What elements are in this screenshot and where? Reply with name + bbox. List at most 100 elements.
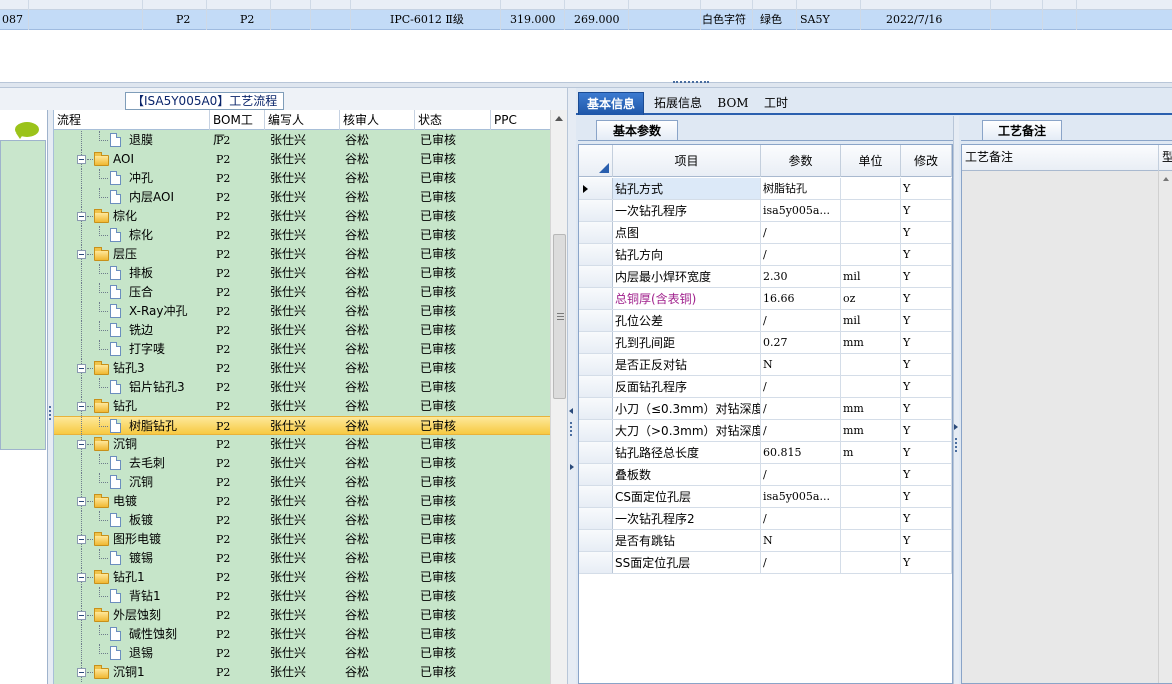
row-header[interactable] xyxy=(579,398,613,419)
notes-scrollbar[interactable] xyxy=(1158,171,1172,683)
collapse-toggle-icon[interactable] xyxy=(77,573,86,582)
tree-row[interactable]: 背钻1 P2 张仕兴 谷松 已审核 xyxy=(54,587,551,606)
param-row[interactable]: 钻孔路径总长度 60.815 m Y xyxy=(579,442,952,464)
collapse-toggle-icon[interactable] xyxy=(77,364,86,373)
right-splitter[interactable] xyxy=(953,116,959,684)
tree-row[interactable]: 冲孔 P2 张仕兴 谷松 已审核 xyxy=(54,169,551,188)
tab-extended-info[interactable]: 拓展信息 xyxy=(646,92,710,115)
col-header-type[interactable]: 型 xyxy=(1159,145,1172,171)
param-value-cell[interactable]: / xyxy=(761,376,841,397)
col-header-flow[interactable]: 流程 xyxy=(54,110,210,130)
tree-row[interactable]: 图形电镀 P2 张仕兴 谷松 已审核 xyxy=(54,530,551,549)
collapse-toggle-icon[interactable] xyxy=(77,497,86,506)
param-value-cell[interactable]: N xyxy=(761,354,841,375)
row-header[interactable] xyxy=(579,310,613,331)
param-modify-cell[interactable]: Y xyxy=(901,508,952,529)
col-header-status[interactable]: 状态 xyxy=(415,110,491,130)
tab-work-hours[interactable]: 工时 xyxy=(756,92,796,115)
tree-row[interactable]: 沉铜1 P2 张仕兴 谷松 已审核 xyxy=(54,663,551,682)
collapse-right-icon[interactable] xyxy=(954,424,958,430)
param-modify-cell[interactable]: Y xyxy=(901,332,952,353)
tree-row[interactable]: 铣边 P2 张仕兴 谷松 已审核 xyxy=(54,321,551,340)
scroll-up-icon[interactable] xyxy=(1163,177,1169,181)
param-row[interactable]: 反面钻孔程序 / Y xyxy=(579,376,952,398)
tree-row[interactable]: 沉铜 P2 张仕兴 谷松 已审核 xyxy=(54,473,551,492)
param-unit-cell[interactable]: mil xyxy=(841,310,901,331)
tree-row[interactable]: 板镀 P2 张仕兴 谷松 已审核 xyxy=(54,511,551,530)
param-modify-cell[interactable]: Y xyxy=(901,552,952,573)
collapse-toggle-icon[interactable] xyxy=(77,250,86,259)
param-modify-cell[interactable]: Y xyxy=(901,310,952,331)
collapse-toggle-icon[interactable] xyxy=(77,212,86,221)
col-header-unit[interactable]: 单位 xyxy=(841,145,901,177)
param-modify-cell[interactable]: Y xyxy=(901,354,952,375)
param-value-cell[interactable]: / xyxy=(761,552,841,573)
param-value-cell[interactable]: N xyxy=(761,530,841,551)
row-header[interactable] xyxy=(579,486,613,507)
row-header[interactable] xyxy=(579,442,613,463)
row-header[interactable] xyxy=(579,354,613,375)
param-modify-cell[interactable]: Y xyxy=(901,420,952,441)
param-row[interactable]: 钻孔方向 / Y xyxy=(579,244,952,266)
param-row[interactable]: SS面定位孔层 / Y xyxy=(579,552,952,574)
param-row[interactable]: 点图 / Y xyxy=(579,222,952,244)
param-modify-cell[interactable]: Y xyxy=(901,530,952,551)
param-unit-cell[interactable]: m xyxy=(841,442,901,463)
row-header[interactable] xyxy=(579,288,613,309)
param-unit-cell[interactable] xyxy=(841,354,901,375)
param-value-cell[interactable]: 0.27 xyxy=(761,332,841,353)
row-header[interactable] xyxy=(579,244,613,265)
param-unit-cell[interactable] xyxy=(841,486,901,507)
panel-splitter[interactable] xyxy=(567,88,576,684)
param-value-cell[interactable]: / xyxy=(761,464,841,485)
col-header-value[interactable]: 参数 xyxy=(761,145,841,177)
param-unit-cell[interactable]: mm xyxy=(841,398,901,419)
col-header-writer[interactable]: 编写人 xyxy=(265,110,340,130)
tree-row[interactable]: 去毛刺 P2 张仕兴 谷松 已审核 xyxy=(54,454,551,473)
tree-row[interactable]: 铝片钻孔3 P2 张仕兴 谷松 已审核 xyxy=(54,378,551,397)
param-row[interactable]: 孔位公差 / mil Y xyxy=(579,310,952,332)
tree-row[interactable]: AOI P2 张仕兴 谷松 已审核 xyxy=(54,150,551,169)
param-row[interactable]: 钻孔方式 树脂钻孔 Y xyxy=(579,178,952,200)
collapse-toggle-icon[interactable] xyxy=(77,535,86,544)
param-row[interactable]: 大刀（>0.3mm）对钻深度 / mm Y xyxy=(579,420,952,442)
tree-row[interactable]: 碱性蚀刻 P2 张仕兴 谷松 已审核 xyxy=(54,625,551,644)
tree-row[interactable]: 树脂钻孔 P2 张仕兴 谷松 已审核 xyxy=(54,416,551,436)
collapse-right-icon[interactable] xyxy=(570,464,574,470)
scroll-up-icon[interactable] xyxy=(555,116,563,121)
param-modify-cell[interactable]: Y xyxy=(901,200,952,221)
splitter-grip[interactable] xyxy=(673,81,709,83)
param-modify-cell[interactable]: Y xyxy=(901,288,952,309)
tree-row[interactable]: 钻孔1 P2 张仕兴 谷松 已审核 xyxy=(54,568,551,587)
subtab-basic-params[interactable]: 基本参数 xyxy=(596,120,678,140)
tab-basic-info[interactable]: 基本信息 xyxy=(578,92,644,115)
tree-row[interactable]: 外层蚀刻 P2 张仕兴 谷松 已审核 xyxy=(54,606,551,625)
param-modify-cell[interactable]: Y xyxy=(901,486,952,507)
top-grid-selected-row[interactable]: 087 P2 P2 IPC-6012 Ⅱ级 319.000 269.000 白色… xyxy=(0,10,1172,30)
param-row[interactable]: 孔到孔间距 0.27 mm Y xyxy=(579,332,952,354)
param-row[interactable]: CS面定位孔层 isa5y005a... Y xyxy=(579,486,952,508)
param-row[interactable]: 一次钻孔程序 isa5y005a... Y xyxy=(579,200,952,222)
col-header-reviewer[interactable]: 核审人 xyxy=(340,110,415,130)
param-unit-cell[interactable]: mm xyxy=(841,420,901,441)
param-modify-cell[interactable]: Y xyxy=(901,398,952,419)
param-modify-cell[interactable]: Y xyxy=(901,266,952,287)
param-value-cell[interactable]: / xyxy=(761,508,841,529)
collapse-toggle-icon[interactable] xyxy=(77,611,86,620)
tree-row[interactable]: 排板 P2 张仕兴 谷松 已审核 xyxy=(54,264,551,283)
tab-bom[interactable]: BOM xyxy=(714,92,752,115)
param-unit-cell[interactable] xyxy=(841,464,901,485)
param-modify-cell[interactable]: Y xyxy=(901,464,952,485)
collapse-toggle-icon[interactable] xyxy=(77,440,86,449)
param-modify-cell[interactable]: Y xyxy=(901,376,952,397)
col-header-item[interactable]: 项目 xyxy=(613,145,761,177)
param-modify-cell[interactable]: Y xyxy=(901,178,952,199)
param-value-cell[interactable]: isa5y005a... xyxy=(761,486,841,507)
tree-scrollbar[interactable] xyxy=(550,110,567,684)
param-value-cell[interactable]: 树脂钻孔 xyxy=(761,178,841,199)
row-header[interactable] xyxy=(579,552,613,573)
param-row[interactable]: 一次钻孔程序2/ Y xyxy=(579,508,952,530)
param-row[interactable]: 内层最小焊环宽度 2.30 mil Y xyxy=(579,266,952,288)
row-header[interactable] xyxy=(579,508,613,529)
param-row[interactable]: 总铜厚(含表铜) 16.66 oz Y xyxy=(579,288,952,310)
